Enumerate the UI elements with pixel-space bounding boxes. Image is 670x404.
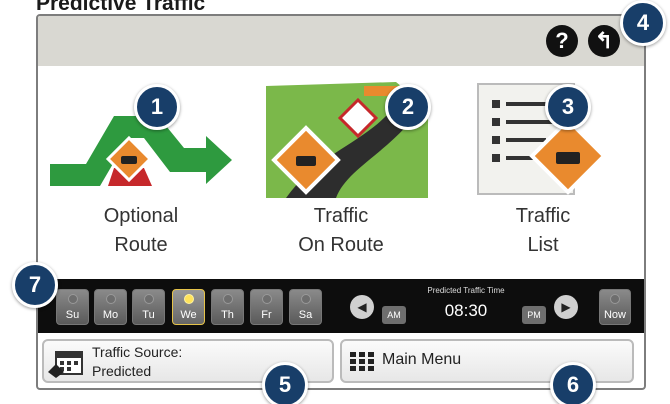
day-button-tu[interactable]: Tu [132, 289, 165, 325]
menu-label-line2: Route [114, 234, 168, 256]
top-bar: ? ↰ [38, 16, 644, 66]
calendar-source-icon [48, 351, 83, 378]
day-indicator-dot [184, 294, 194, 304]
callout-2: 2 [385, 84, 431, 130]
day-indicator-dot [223, 294, 233, 304]
help-button[interactable]: ? [546, 25, 578, 57]
day-indicator-dot [106, 294, 116, 304]
day-label: Th [221, 309, 234, 321]
callout-5: 5 [262, 362, 308, 404]
back-button[interactable]: ↰ [588, 25, 620, 57]
menu-label-line1: Optional [103, 205, 179, 227]
day-label: Sa [298, 309, 313, 321]
day-indicator-dot [301, 294, 311, 304]
menu-label-line2: On Route [298, 234, 384, 256]
menu-label-line1: Traffic [515, 205, 571, 227]
pm-button[interactable]: PM [522, 306, 546, 324]
day-label: Su [65, 309, 80, 321]
day-label: Tu [142, 309, 155, 321]
day-button-sa[interactable]: Sa [289, 289, 322, 325]
traffic-source-label: Traffic Source: [92, 344, 183, 360]
time-forward-button[interactable]: ▶ [554, 295, 578, 319]
device-screen: ? ↰ Optional Route Traffic On Route Traf… [36, 14, 646, 390]
predicted-time-caption: Predicted Traffic Time [427, 286, 505, 295]
day-button-th[interactable]: Th [211, 289, 244, 325]
day-label: Fr [261, 309, 272, 321]
day-label: We [180, 309, 197, 321]
callout-1: 1 [134, 84, 180, 130]
callout-7: 7 [12, 262, 58, 308]
now-button[interactable]: Now [599, 289, 631, 325]
traffic-list-icon [477, 83, 607, 195]
day-indicator-dot [144, 294, 154, 304]
traffic-list-button[interactable]: Traffic List [448, 76, 638, 276]
menu-label-line1: Traffic [313, 205, 369, 227]
menu-label-line2: List [527, 234, 559, 256]
predicted-time-value: 08:30 [444, 301, 488, 320]
day-button-we[interactable]: We [172, 289, 205, 325]
time-back-button[interactable]: ◀ [350, 295, 374, 319]
am-button[interactable]: AM [382, 306, 406, 324]
day-button-su[interactable]: Su [56, 289, 89, 325]
traffic-source-value: Predicted [92, 363, 152, 379]
predicted-time-bar: Su Mo Tu We Th Fr Sa ◀ AM Predicted Traf… [38, 279, 644, 333]
now-label: Now [603, 309, 626, 321]
callout-3: 3 [545, 84, 591, 130]
day-button-mo[interactable]: Mo [94, 289, 127, 325]
grid-menu-icon [350, 352, 374, 371]
now-indicator-dot [610, 294, 620, 304]
day-indicator-dot [262, 294, 272, 304]
day-label: Mo [102, 309, 119, 321]
main-menu-label: Main Menu [382, 351, 462, 368]
day-button-fr[interactable]: Fr [250, 289, 283, 325]
callout-4: 4 [620, 0, 666, 46]
day-indicator-dot [68, 294, 78, 304]
callout-6: 6 [550, 362, 596, 404]
